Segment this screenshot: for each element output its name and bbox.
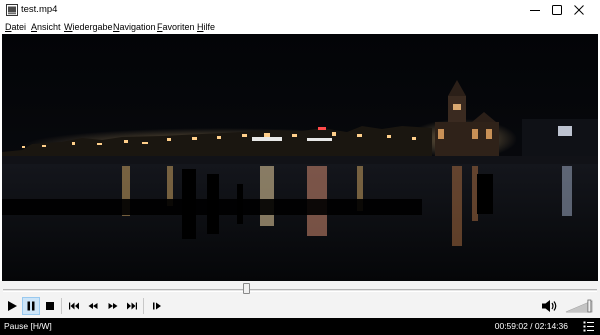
play-button[interactable] bbox=[3, 297, 21, 315]
close-icon bbox=[574, 5, 584, 15]
menu-wiedergabe[interactable]: Wiedergabe bbox=[64, 21, 113, 33]
volume-thumb[interactable] bbox=[587, 299, 592, 313]
rewind-icon bbox=[88, 303, 98, 309]
skip-previous-button[interactable] bbox=[65, 297, 83, 315]
status-bar: Pause [H/W] 00:59:02 / 02:14:36 bbox=[0, 318, 600, 335]
close-button[interactable] bbox=[558, 0, 600, 20]
mute-button[interactable] bbox=[541, 298, 559, 314]
pause-icon bbox=[27, 301, 35, 311]
video-frame[interactable] bbox=[2, 34, 598, 281]
control-bar bbox=[0, 295, 600, 318]
video-image bbox=[2, 34, 598, 281]
app-icon[interactable] bbox=[6, 4, 18, 16]
title-bar[interactable]: test.mp4 bbox=[0, 0, 600, 20]
separator bbox=[143, 298, 144, 314]
menu-navigation[interactable]: Navigation bbox=[113, 21, 156, 33]
fast-forward-button[interactable] bbox=[104, 297, 122, 315]
pause-button[interactable] bbox=[22, 297, 40, 315]
seek-bar[interactable] bbox=[0, 281, 600, 295]
play-icon bbox=[8, 301, 17, 311]
window-title: test.mp4 bbox=[21, 4, 58, 15]
skip-next-button[interactable] bbox=[123, 297, 141, 315]
frame-step-icon bbox=[153, 302, 161, 310]
stop-button[interactable] bbox=[41, 297, 59, 315]
menu-bar: Datei Ansicht Wiedergabe Navigation Favo… bbox=[0, 20, 600, 34]
seek-track[interactable] bbox=[3, 289, 597, 292]
seek-thumb[interactable] bbox=[243, 283, 251, 294]
skip-next-icon bbox=[127, 302, 137, 310]
fast-forward-icon bbox=[108, 303, 118, 309]
skip-previous-icon bbox=[69, 302, 79, 310]
separator bbox=[61, 298, 62, 314]
menu-hilfe[interactable]: Hilfe bbox=[197, 21, 215, 33]
rewind-button[interactable] bbox=[84, 297, 102, 315]
menu-ansicht[interactable]: Ansicht bbox=[31, 21, 61, 33]
volume-slider[interactable] bbox=[565, 297, 595, 315]
menu-favoriten[interactable]: Favoriten bbox=[157, 21, 195, 33]
stop-icon bbox=[46, 302, 54, 310]
speaker-icon bbox=[542, 300, 557, 312]
menu-datei[interactable]: Datei bbox=[5, 21, 26, 33]
playback-state: Pause [H/W] bbox=[4, 321, 52, 331]
time-display[interactable]: 00:59:02 / 02:14:36 bbox=[495, 321, 568, 332]
frame-step-button[interactable] bbox=[148, 297, 166, 315]
stats-icon[interactable] bbox=[583, 321, 595, 332]
